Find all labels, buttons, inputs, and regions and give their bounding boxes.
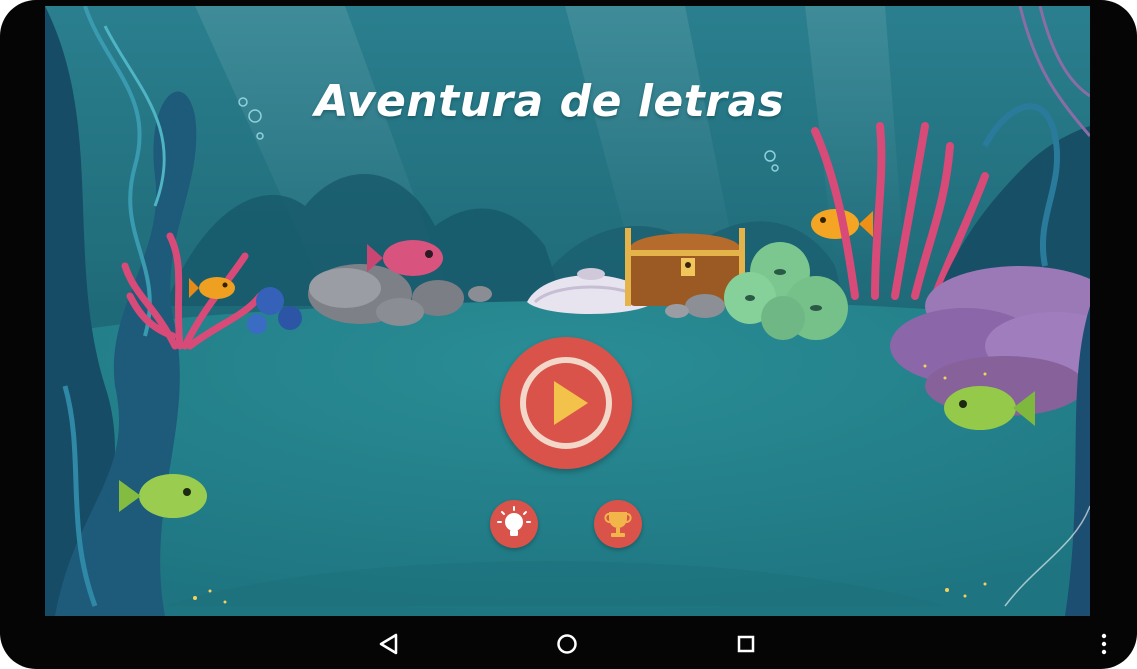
trophy-button[interactable] [594,500,642,548]
tablet-frame: Aventura de letras [0,0,1137,669]
recent-apps-button[interactable] [728,626,764,662]
play-icon [520,357,612,449]
play-button[interactable] [500,337,632,469]
home-circle-icon [557,634,577,654]
play-triangle [554,381,588,425]
overflow-menu-button[interactable] [1094,626,1130,662]
lightbulb-icon [497,506,531,536]
android-navigation-bar [0,616,1137,669]
game-screen: Aventura de letras [45,6,1090,616]
home-button[interactable] [549,626,585,662]
recent-apps-square-icon [737,635,755,653]
back-button[interactable] [371,626,407,662]
hint-button[interactable] [490,500,538,548]
trophy-icon [604,512,632,537]
game-title-text: Aventura de letras [314,76,785,127]
overflow-menu-icon [1101,633,1107,655]
back-triangle-icon [379,633,398,655]
game-title: Aventura de letras [45,76,1090,127]
